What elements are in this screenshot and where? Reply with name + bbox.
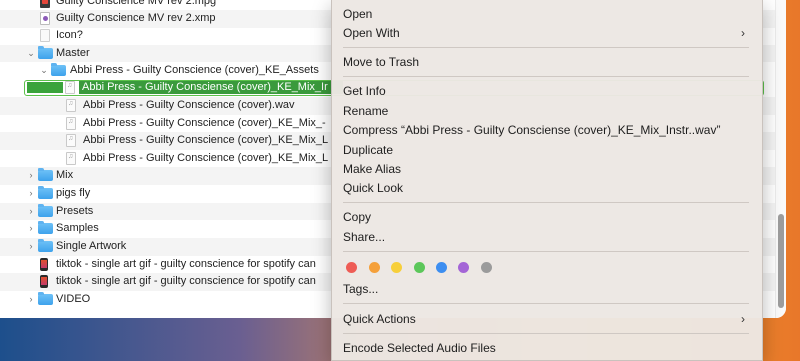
menu-item-rename[interactable]: Rename bbox=[343, 103, 388, 120]
audio-file-icon bbox=[66, 116, 76, 130]
menu-separator bbox=[343, 76, 749, 77]
gray-tag-dot[interactable] bbox=[481, 262, 492, 273]
menu-item-open[interactable]: Open bbox=[343, 6, 372, 23]
green-tag-dot[interactable] bbox=[414, 262, 425, 273]
chevron-right-icon[interactable]: › bbox=[26, 223, 36, 234]
menu-item-make-alias[interactable]: Make Alias bbox=[343, 161, 401, 178]
phone-video-icon bbox=[40, 257, 48, 271]
menu-separator bbox=[343, 202, 749, 203]
video-file-icon bbox=[40, 0, 50, 8]
menu-item-duplicate[interactable]: Duplicate bbox=[343, 142, 393, 159]
menu-item-copy[interactable]: Copy bbox=[343, 209, 371, 226]
folder-icon bbox=[38, 239, 53, 252]
chevron-right-icon[interactable]: › bbox=[26, 188, 36, 199]
menu-item-get-info[interactable]: Get Info bbox=[343, 83, 386, 100]
chevron-right-icon: › bbox=[741, 312, 745, 326]
blank-file-icon bbox=[40, 29, 50, 42]
chevron-down-icon[interactable]: ⌄ bbox=[39, 65, 49, 76]
menu-item-open-with[interactable]: Open With › bbox=[343, 25, 745, 42]
selection-highlight bbox=[27, 82, 63, 93]
menu-item-move-to-trash[interactable]: Move to Trash bbox=[343, 54, 419, 71]
menu-separator bbox=[343, 303, 749, 304]
red-tag-dot[interactable] bbox=[346, 262, 357, 273]
xmp-file-icon bbox=[40, 12, 50, 25]
chevron-right-icon[interactable]: › bbox=[26, 206, 36, 217]
menu-item-share[interactable]: Share... bbox=[343, 229, 385, 246]
context-menu: Open Open With › Move to Trash Get Info … bbox=[331, 0, 763, 361]
chevron-right-icon: › bbox=[741, 26, 745, 40]
audio-file-icon bbox=[66, 99, 76, 112]
folder-icon bbox=[51, 63, 66, 76]
folder-icon bbox=[38, 168, 53, 181]
purple-tag-dot[interactable] bbox=[458, 262, 469, 273]
chevron-down-icon[interactable]: ⌄ bbox=[26, 48, 36, 59]
audio-file-icon bbox=[66, 134, 76, 147]
menu-separator bbox=[343, 47, 749, 48]
rename-input[interactable]: Abbi Press - Guilty Consciense (cover)_K… bbox=[79, 81, 343, 94]
scrollbar-thumb[interactable] bbox=[778, 214, 784, 308]
folder-icon bbox=[38, 186, 53, 199]
chevron-right-icon[interactable]: › bbox=[26, 294, 36, 305]
audio-file-icon bbox=[66, 151, 76, 165]
chevron-right-icon[interactable]: › bbox=[26, 241, 36, 252]
menu-item-compress[interactable]: Compress “Abbi Press - Guilty Consciense… bbox=[343, 122, 720, 139]
menu-item-quick-look[interactable]: Quick Look bbox=[343, 180, 403, 197]
folder-icon bbox=[38, 292, 53, 305]
phone-video-icon bbox=[40, 275, 48, 288]
menu-item-tags[interactable]: Tags... bbox=[343, 281, 378, 298]
blue-tag-dot[interactable] bbox=[436, 262, 447, 273]
chevron-right-icon[interactable]: › bbox=[26, 170, 36, 181]
menu-separator bbox=[343, 333, 749, 334]
menu-item-quick-actions[interactable]: Quick Actions › bbox=[343, 311, 745, 328]
orange-tag-dot[interactable] bbox=[369, 262, 380, 273]
audio-file-icon bbox=[65, 81, 75, 94]
folder-icon bbox=[38, 45, 53, 59]
folder-icon bbox=[38, 221, 53, 234]
folder-icon bbox=[38, 203, 53, 217]
yellow-tag-dot[interactable] bbox=[391, 262, 402, 273]
menu-item-encode-audio[interactable]: Encode Selected Audio Files bbox=[343, 340, 496, 357]
menu-separator bbox=[343, 251, 749, 252]
